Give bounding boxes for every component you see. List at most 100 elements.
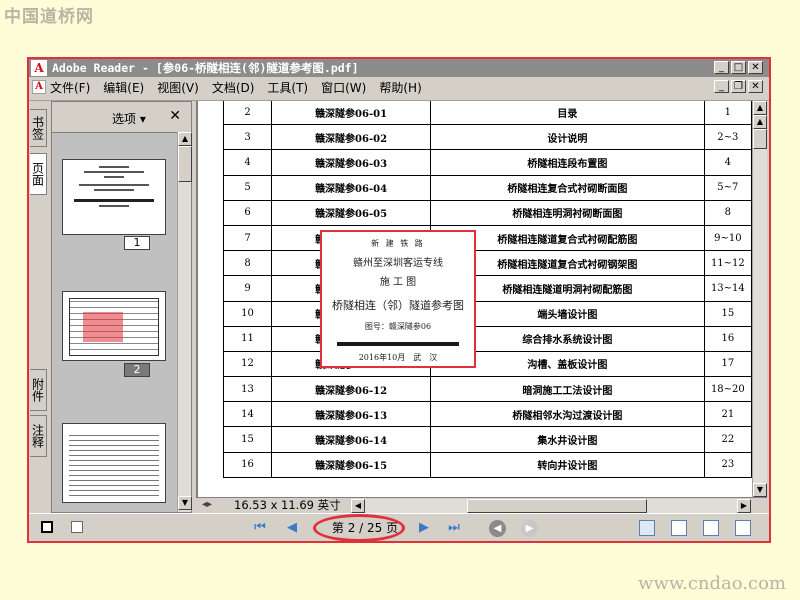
row-number-cell: 5: [222, 174, 273, 201]
row-number-cell: 7: [222, 224, 273, 252]
page-range-cell: 5~7: [703, 174, 752, 201]
row-number-cell: 14: [222, 401, 273, 428]
doc-close-button[interactable]: ✕: [748, 80, 763, 93]
menu-window[interactable]: 窗口(W): [321, 79, 366, 96]
thumb-scroll-down-icon[interactable]: ▼: [178, 496, 192, 510]
page-thumbnail-3[interactable]: [62, 423, 166, 503]
page-range-cell: 2~3: [703, 124, 752, 151]
title-bar[interactable]: A Adobe Reader - [参06-桥隧相连(邻)隧道参考图.pdf] …: [29, 59, 769, 77]
cover-line-1: 新 建 铁 路: [371, 239, 425, 248]
cover-line-2: 赣州至深圳客运专线: [353, 258, 443, 269]
continuous-view-icon[interactable]: [671, 520, 687, 536]
facing-view-icon[interactable]: [703, 520, 719, 536]
status-bar: ⏮ ◀ 第 2 / 25 页 ▶ ⏭ ◀ ▶: [29, 513, 769, 541]
page-range-cell: 23: [703, 451, 752, 478]
document-vertical-scrollbar[interactable]: ▲ ▲ ▼: [752, 101, 767, 497]
tab-bookmarks[interactable]: 书签: [30, 109, 47, 147]
tab-attachments[interactable]: 附件: [30, 369, 47, 411]
menu-edit[interactable]: 编辑(E): [103, 79, 144, 96]
document-icon[interactable]: A: [32, 80, 46, 94]
table-row: 13 赣深隧参06-12 暗洞施工工法设计图 18~20: [222, 376, 752, 403]
row-number-cell: 15: [222, 426, 273, 453]
doc-scroll-down-icon[interactable]: ▼: [753, 483, 767, 497]
doc-scroll-up2-icon[interactable]: ▲: [753, 115, 767, 129]
next-view-icon[interactable]: ▶: [521, 520, 538, 537]
row-number-cell: 10: [222, 300, 273, 327]
table-row: 9赣深隧参06-08桥隧相连隧道明洞衬砌配筋图13~14: [222, 275, 752, 302]
options-menu[interactable]: 选项 ▾: [112, 110, 146, 127]
table-row: 4 赣深隧参06-03 桥隧相连段布置图 4: [222, 149, 752, 176]
drawing-index-table: 2 赣深隧参06-01 目录 1 3 赣深隧参06-02 设计说明 2~3 4 赣深隧参06-03…: [222, 101, 752, 478]
page-size-label: 16.53 x 11.69 英寸: [234, 498, 341, 512]
watermark-bottom-right: www.cndao.com: [638, 573, 786, 594]
thumb-scroll-up-icon[interactable]: ▲: [178, 132, 192, 146]
close-button[interactable]: ✕: [748, 61, 763, 74]
next-page-icon[interactable]: ▶: [415, 520, 433, 536]
hscroll-right-icon[interactable]: ▶: [737, 499, 751, 513]
first-page-icon[interactable]: ⏮: [251, 520, 269, 536]
drawing-title-cell: 设计说明: [430, 124, 705, 151]
table-row: 11赣深隧参06-10综合排水系统设计图16: [222, 325, 752, 352]
cover-organization-stamp: [337, 342, 459, 346]
drawing-title-cell: 桥隧相连复合式衬砌断面图: [430, 174, 705, 201]
page-thumbnail-1[interactable]: [62, 159, 166, 235]
maximize-button[interactable]: □: [731, 61, 746, 74]
full-screen-icon[interactable]: [41, 521, 53, 533]
page-layout-icon[interactable]: [71, 521, 83, 533]
previous-view-icon[interactable]: ◀: [489, 520, 506, 537]
doc-scroll-up-icon[interactable]: ▲: [753, 101, 767, 115]
page-thumbnail-2[interactable]: [62, 291, 166, 361]
row-number-cell: 12: [222, 350, 273, 378]
page-range-cell: 8: [703, 199, 752, 226]
page-range-cell: 21: [703, 401, 752, 428]
menu-help[interactable]: 帮助(H): [379, 79, 421, 96]
row-number-cell: 4: [222, 149, 273, 176]
continuous-facing-view-icon[interactable]: [735, 520, 751, 536]
document-window-controls: _ ❐ ✕: [714, 80, 763, 93]
close-panel-icon[interactable]: ✕: [169, 108, 181, 124]
adobe-logo-icon: A: [31, 60, 47, 76]
hscroll-handle[interactable]: [467, 499, 647, 513]
row-number-cell: 2: [222, 101, 273, 126]
row-number-cell: 8: [222, 250, 273, 277]
page-range-cell: 4: [703, 149, 752, 176]
hscroll-left-icon[interactable]: ◀: [351, 499, 365, 513]
cover-line-3: 施 工 图: [379, 277, 417, 288]
tab-comments[interactable]: 注释: [30, 415, 47, 457]
page-range-cell: 11~12: [703, 250, 752, 277]
page-number-2[interactable]: 2: [124, 363, 150, 377]
cover-line-5: 图号：赣深隧参06: [364, 322, 432, 331]
cover-line-7: 2016年10月 武 汉: [358, 353, 438, 362]
doc-scroll-handle[interactable]: [753, 129, 767, 149]
horizontal-scrollbar[interactable]: ◀ ▶: [351, 499, 751, 513]
thumbnail-scrollbar[interactable]: ▲ ▼: [177, 132, 192, 512]
menu-tools[interactable]: 工具(T): [267, 79, 308, 96]
tab-pages[interactable]: 页面: [30, 153, 47, 195]
page-number-1[interactable]: 1: [124, 236, 150, 250]
drawing-title-cell: 转向井设计图: [430, 451, 705, 478]
thumbnail-list: 1 2: [52, 132, 177, 512]
menu-document[interactable]: 文档(D): [212, 79, 255, 96]
drawing-code-cell: 赣深隧参06-15: [271, 451, 432, 478]
drawing-code-cell: 赣深隧参06-01: [271, 101, 432, 126]
minimize-button[interactable]: _: [714, 61, 729, 74]
watermark-top-left: 中国道桥网: [4, 7, 94, 27]
single-page-view-icon[interactable]: [639, 520, 655, 536]
pages-panel: 选项 ▾ ✕ 1 2 ▲ ▼: [51, 101, 192, 513]
drawing-title-cell: 目录: [430, 101, 705, 126]
row-number-cell: 13: [222, 376, 273, 403]
cover-page-popup: 新 建 铁 路 赣州至深圳客运专线 施 工 图 桥隧相连（邻）隧道参考图 图号：…: [320, 230, 476, 368]
page-range-cell: 13~14: [703, 275, 752, 302]
drawing-code-cell: 赣深隧参06-04: [271, 174, 432, 201]
doc-restore-button[interactable]: ❐: [731, 80, 746, 93]
last-page-icon[interactable]: ⏭: [445, 520, 463, 536]
drawing-code-cell: 赣深隧参06-03: [271, 149, 432, 176]
table-row: 6 赣深隧参06-05 桥隧相连明洞衬砌断面图 8: [222, 199, 752, 226]
menu-view[interactable]: 视图(V): [157, 79, 199, 96]
doc-minimize-button[interactable]: _: [714, 80, 729, 93]
previous-page-icon[interactable]: ◀: [283, 520, 301, 536]
row-number-cell: 9: [222, 275, 273, 302]
thumb-scroll-handle[interactable]: [178, 146, 192, 182]
window-title: Adobe Reader - [参06-桥隧相连(邻)隧道参考图.pdf]: [52, 61, 359, 75]
menu-file[interactable]: 文件(F): [50, 79, 90, 96]
